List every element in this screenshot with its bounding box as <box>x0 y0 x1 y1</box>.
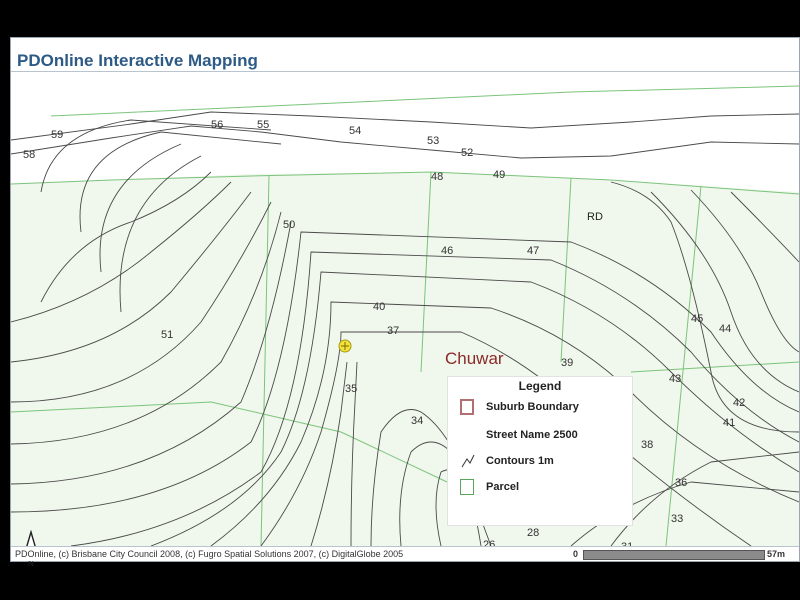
contour-swatch-icon <box>461 454 475 468</box>
legend-item-label: Parcel <box>486 481 520 493</box>
parcel-swatch <box>460 479 474 495</box>
contour-label: 50 <box>283 219 295 231</box>
scale-bar-graphic <box>583 550 765 560</box>
suburb-label: Chuwar <box>445 349 504 368</box>
contour-label: 58 <box>23 149 35 161</box>
contour-label: 54 <box>349 125 361 137</box>
contour-label: 26 <box>483 539 495 546</box>
legend-title: Legend <box>518 379 562 393</box>
contour-map[interactable]: 59 58 56 55 54 53 52 51 50 49 48 47 46 4… <box>11 72 799 546</box>
legend-item-label: Contours 1m <box>486 455 554 467</box>
copyright-text: PDOnline, (c) Brisbane City Council 2008… <box>15 549 404 559</box>
suburb-boundary-swatch <box>460 399 474 415</box>
map-legend: Legend Suburb Boundary Street Name 2500 … <box>447 376 633 526</box>
contour-label: 41 <box>723 417 735 429</box>
map-window: PDOnline Interactive Mapping 59 58 56 55… <box>10 37 800 568</box>
contour-label: 52 <box>461 147 473 159</box>
contour-label: 49 <box>493 169 505 181</box>
contour-label: 56 <box>211 119 223 131</box>
contour-label: 37 <box>387 325 399 337</box>
contour-label: 43 <box>669 373 681 385</box>
title-bar: PDOnline Interactive Mapping <box>11 38 799 72</box>
contour-label: 42 <box>733 397 745 409</box>
legend-item-label: Suburb Boundary <box>486 401 579 413</box>
legend-item-label: Street Name 2500 <box>486 429 578 441</box>
app-title: PDOnline Interactive Mapping <box>17 51 258 70</box>
contour-label: 35 <box>345 383 357 395</box>
contour-label: 28 <box>527 527 539 539</box>
scale-max-label: 57m <box>767 549 786 559</box>
contour-label: 53 <box>427 135 439 147</box>
scale-bar: 0 57m <box>573 548 793 560</box>
road-label: RD <box>587 211 603 223</box>
contour-label: 48 <box>431 171 443 183</box>
contour-label: 47 <box>527 245 539 257</box>
scale-min-label: 0 <box>573 549 579 559</box>
contour-label: 51 <box>161 329 173 341</box>
contour-label: 36 <box>675 477 687 489</box>
map-canvas[interactable]: 59 58 56 55 54 53 52 51 50 49 48 47 46 4… <box>11 72 799 568</box>
contour-label: 46 <box>441 245 453 257</box>
contour-label: 59 <box>51 129 63 141</box>
contour-label: 38 <box>641 439 653 451</box>
status-bar: PDOnline, (c) Brisbane City Council 2008… <box>11 546 799 561</box>
location-marker-icon[interactable] <box>338 339 352 353</box>
contour-label: 45 <box>691 313 703 325</box>
contour-label: 40 <box>373 301 385 313</box>
contour-label: 55 <box>257 119 269 131</box>
contour-label: 33 <box>671 513 683 525</box>
contour-label: 39 <box>561 357 573 369</box>
contour-label: 44 <box>719 323 731 335</box>
contour-label: 34 <box>411 415 423 427</box>
